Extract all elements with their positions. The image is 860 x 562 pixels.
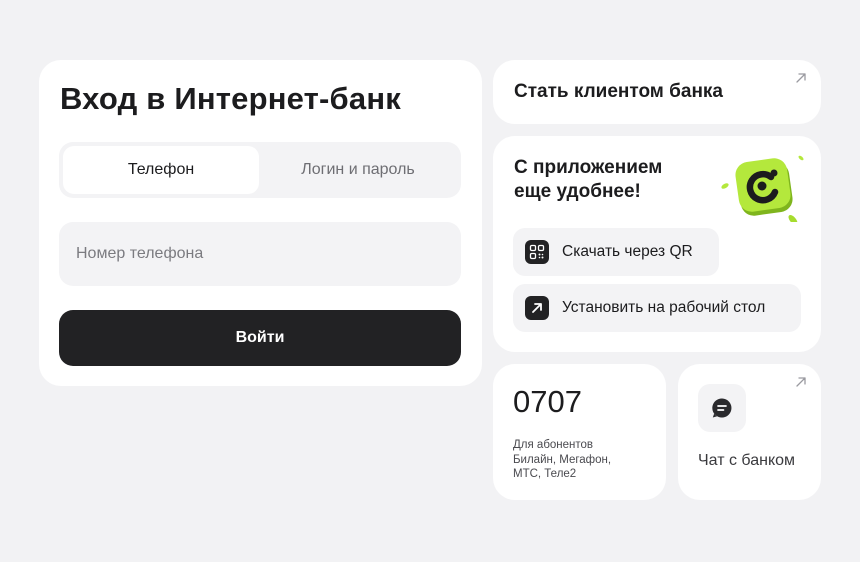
download-via-qr-button[interactable]: Скачать через QR [513, 228, 719, 276]
install-desktop-button[interactable]: Установить на рабочий стол [513, 284, 801, 332]
app-promo-card: С приложением еще удобнее! Скачать через… [493, 136, 821, 352]
tab-login-password[interactable]: Логин и пароль [259, 146, 457, 194]
chat-with-bank-label: Чат с банком [698, 452, 796, 469]
download-via-qr-label: Скачать через QR [562, 243, 693, 260]
chat-with-bank-card[interactable]: Чат с банком [678, 364, 821, 500]
app-promo-heading-line2: еще удобнее! [514, 181, 641, 202]
app-promo-heading-line1: С приложением [514, 157, 663, 178]
chat-bubble-icon [712, 398, 732, 418]
bank-app-logo-icon [721, 155, 804, 222]
login-method-tabs: Телефон Логин и пароль [59, 142, 461, 198]
arrow-up-right-icon [796, 377, 806, 387]
become-client-label: Стать клиентом банка [514, 81, 723, 102]
app-promo-heading: С приложением еще удобнее! [514, 156, 714, 204]
arrow-up-right-icon [525, 296, 549, 320]
short-number-desc-line3: МТС, Теле2 [513, 468, 577, 480]
login-card: Вход в Интернет-банк Телефон Логин и пар… [39, 60, 482, 386]
short-number-card[interactable]: 0707 Для абонентов Билайн, Мегафон, МТС,… [493, 364, 666, 500]
install-desktop-label: Установить на рабочий стол [562, 299, 766, 316]
short-number-desc-line2: Билайн, Мегафон, [513, 453, 612, 466]
qr-code-icon [525, 240, 549, 264]
short-number-description: Для абонентов Билайн, Мегафон, МТС, Теле… [513, 438, 653, 482]
become-client-card[interactable]: Стать клиентом банка [493, 60, 821, 124]
phone-number-input[interactable] [59, 222, 461, 286]
chat-icon-container [698, 384, 746, 432]
login-title: Вход в Интернет-банк [60, 81, 401, 116]
short-number: 0707 [513, 384, 582, 419]
tab-phone[interactable]: Телефон [63, 146, 259, 194]
arrow-up-right-icon [796, 73, 806, 83]
short-number-desc-line1: Для абонентов [513, 439, 594, 451]
login-button[interactable]: Войти [59, 310, 461, 366]
